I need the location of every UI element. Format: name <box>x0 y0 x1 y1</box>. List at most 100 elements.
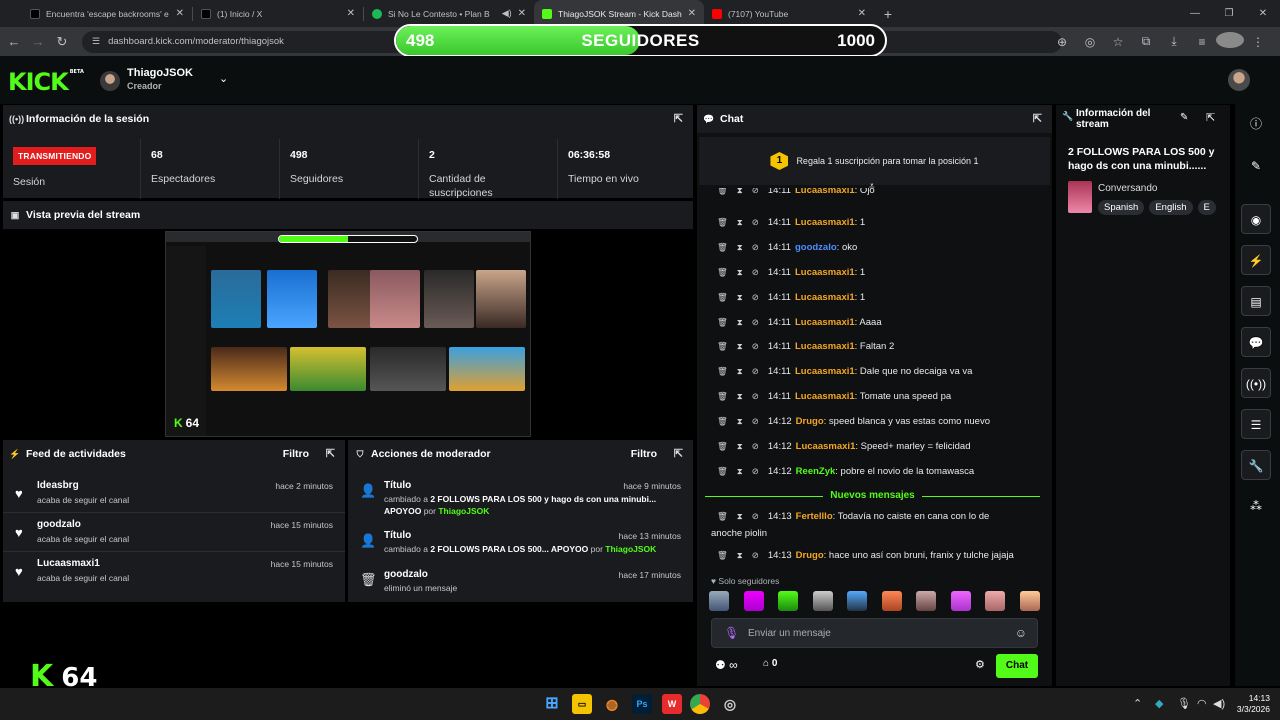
info-icon[interactable]: ⓘ <box>1241 109 1271 139</box>
chevron-up-icon[interactable]: ⌃ <box>1133 688 1142 720</box>
stream-preview-video[interactable]: K 64 <box>165 231 531 437</box>
edit-pencil-icon[interactable]: ✎ <box>1241 151 1271 181</box>
chevron-down-icon[interactable]: ⌄ <box>219 72 228 85</box>
close-tab-icon[interactable]: ✕ <box>347 8 355 19</box>
delete-message-icon[interactable]: 🗑 <box>717 267 728 277</box>
chat-input[interactable]: 🎙 Enviar un mensaje ☺ <box>711 618 1038 648</box>
delete-message-icon[interactable]: 🗑 <box>717 341 728 351</box>
chat-icon[interactable]: 💬 <box>1241 327 1271 357</box>
close-tab-icon[interactable]: ✕ <box>176 8 184 19</box>
close-tab-icon[interactable]: ✕ <box>858 8 866 19</box>
emote[interactable] <box>743 591 764 611</box>
speaker-icon[interactable]: ◀) <box>502 8 512 19</box>
delete-message-icon[interactable]: 🗑 <box>717 550 728 560</box>
delete-message-icon[interactable]: 🗑 <box>717 217 728 227</box>
photoshop-icon[interactable]: Ps <box>632 694 652 714</box>
browser-tab[interactable]: Si No Le Contesto • Plan B ◀) ✕ <box>364 0 534 27</box>
minimize-icon[interactable]: — <box>1178 0 1212 27</box>
ban-icon[interactable]: ⊘ <box>752 550 759 560</box>
layers-icon[interactable]: ☰ <box>1241 409 1271 439</box>
browser-tab-active[interactable]: ThiagoJSOK Stream - Kick Dash ✕ <box>534 0 704 27</box>
timeout-icon[interactable]: ⧗ <box>737 317 743 327</box>
emote[interactable] <box>881 591 902 611</box>
zoom-icon[interactable]: ⊕ <box>1048 35 1076 49</box>
back-icon[interactable]: ← <box>2 34 26 49</box>
popout-icon[interactable]: ⇱ <box>1033 105 1042 133</box>
ban-icon[interactable]: ⊘ <box>752 267 759 277</box>
emote[interactable] <box>847 591 868 611</box>
extensions-icon[interactable]: ⧉ <box>1132 34 1160 49</box>
menu-icon[interactable]: ⋮ <box>1244 35 1272 49</box>
send-chat-button[interactable]: Chat <box>996 654 1038 678</box>
ban-icon[interactable]: ⊘ <box>752 292 759 302</box>
emoji-icon[interactable]: ☺ <box>1015 626 1027 640</box>
wps-icon[interactable]: W <box>662 694 682 714</box>
browser-tab[interactable]: (7107) YouTube ✕ <box>704 0 874 27</box>
forward-icon[interactable]: → <box>26 34 50 49</box>
site-info-icon[interactable]: ☰ <box>92 36 100 47</box>
emote[interactable] <box>950 591 971 611</box>
filter-button[interactable]: Filtro <box>631 440 657 468</box>
profile-icon[interactable] <box>1216 32 1244 51</box>
popout-icon[interactable]: ⇱ <box>326 440 335 468</box>
timeout-icon[interactable]: ⧗ <box>737 416 743 426</box>
popout-icon[interactable]: ⇱ <box>674 105 683 133</box>
windows-start-icon[interactable]: ⊞ <box>542 694 562 714</box>
timeout-icon[interactable]: ⧗ <box>737 550 743 560</box>
volume-icon[interactable]: ◀) <box>1213 688 1225 720</box>
ban-icon[interactable]: ⊘ <box>752 366 759 376</box>
popout-icon[interactable]: ⇱ <box>1206 111 1215 124</box>
timeout-icon[interactable]: ⧗ <box>737 511 743 521</box>
reload-icon[interactable]: ↻ <box>50 34 74 50</box>
timeout-icon[interactable]: ⧗ <box>737 366 743 376</box>
tag[interactable]: English <box>1149 200 1193 215</box>
edit-pencil-icon[interactable]: ✎ <box>1180 112 1188 123</box>
tag[interactable]: Spanish <box>1098 200 1145 215</box>
maximize-icon[interactable]: ❐ <box>1212 0 1246 27</box>
delete-message-icon[interactable]: 🗑 <box>717 416 728 426</box>
delete-message-icon[interactable]: 🗑 <box>717 292 728 302</box>
close-tab-icon[interactable]: ✕ <box>518 8 526 19</box>
wrench-icon[interactable]: 🔧 <box>1241 450 1271 480</box>
emote[interactable] <box>1019 591 1040 611</box>
ban-icon[interactable]: ⊘ <box>752 416 759 426</box>
microphone-icon[interactable]: 🎙 <box>724 626 739 640</box>
microphone-icon[interactable]: 🎙 <box>1177 688 1191 720</box>
settings-gear-icon[interactable]: ⚙ <box>975 658 985 671</box>
download-icon[interactable]: ⤓ <box>1160 34 1188 49</box>
blender-icon[interactable]: ◍ <box>602 694 622 714</box>
ban-icon[interactable]: ⊘ <box>752 391 759 401</box>
chrome-icon[interactable] <box>690 694 710 714</box>
close-tab-icon[interactable]: ✕ <box>688 8 696 19</box>
delete-message-icon[interactable]: 🗑 <box>717 511 728 521</box>
ban-icon[interactable]: ⊘ <box>752 217 759 227</box>
delete-message-icon[interactable]: 🗑 <box>717 466 728 476</box>
delete-message-icon[interactable]: 🗑 <box>717 391 728 401</box>
kicks-icon[interactable]: ⚉ ∞ <box>715 658 738 672</box>
document-icon[interactable]: ▤ <box>1241 286 1271 316</box>
delete-message-icon[interactable]: 🗑 <box>717 441 728 451</box>
close-window-icon[interactable]: ✕ <box>1246 0 1280 27</box>
ban-icon[interactable]: ⊘ <box>752 466 759 476</box>
new-tab-icon[interactable]: + <box>874 6 902 22</box>
delete-message-icon[interactable]: 🗑 <box>717 317 728 327</box>
timeout-icon[interactable]: ⧗ <box>737 292 743 302</box>
ban-icon[interactable]: ⊘ <box>752 188 759 195</box>
emote[interactable] <box>985 591 1006 611</box>
timeout-icon[interactable]: ⧗ <box>737 466 743 476</box>
bookmark-star-icon[interactable]: ☆ <box>1104 35 1132 49</box>
emote[interactable] <box>709 591 729 611</box>
ban-icon[interactable]: ⊘ <box>752 441 759 451</box>
file-explorer-icon[interactable]: ▭ <box>572 694 592 714</box>
taskbar-clock[interactable]: 14:13 3/3/2026 <box>1237 693 1270 715</box>
tray-app-icon[interactable]: ◆ <box>1155 688 1163 720</box>
timeout-icon[interactable]: ⧗ <box>737 341 743 351</box>
user-avatar[interactable] <box>1228 69 1250 91</box>
bolt-icon[interactable]: ⚡ <box>1241 245 1271 275</box>
category-thumbnail[interactable] <box>1068 181 1092 213</box>
filter-button[interactable]: Filtro <box>283 440 309 468</box>
reading-list-icon[interactable]: ≡ <box>1188 35 1216 49</box>
eye-off-icon[interactable]: ◎ <box>1076 35 1104 49</box>
kick-logo[interactable]: KICK BETA <box>8 69 84 94</box>
store-button[interactable]: ⌂ 0 <box>763 658 777 669</box>
